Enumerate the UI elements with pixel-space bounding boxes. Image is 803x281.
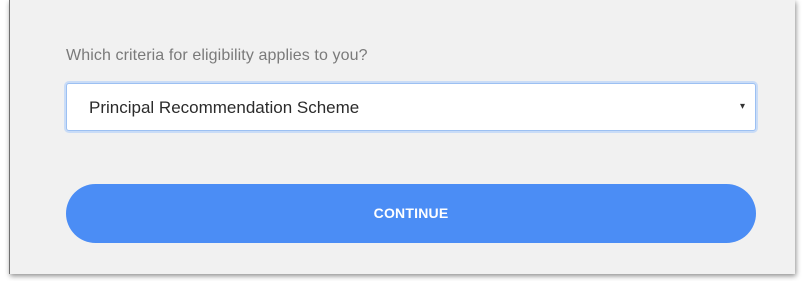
chevron-down-icon: ▾ xyxy=(739,101,745,112)
eligibility-question-label: Which criteria for eligibility applies t… xyxy=(66,47,368,64)
eligibility-criteria-select[interactable]: Principal Recommendation Scheme ▾ xyxy=(66,83,756,131)
eligibility-selected-value: Principal Recommendation Scheme xyxy=(89,98,360,117)
eligibility-form-panel: Which criteria for eligibility applies t… xyxy=(9,0,795,274)
screenshot-frame: Which criteria for eligibility applies t… xyxy=(0,0,803,281)
continue-button[interactable]: CONTINUE xyxy=(66,184,756,243)
